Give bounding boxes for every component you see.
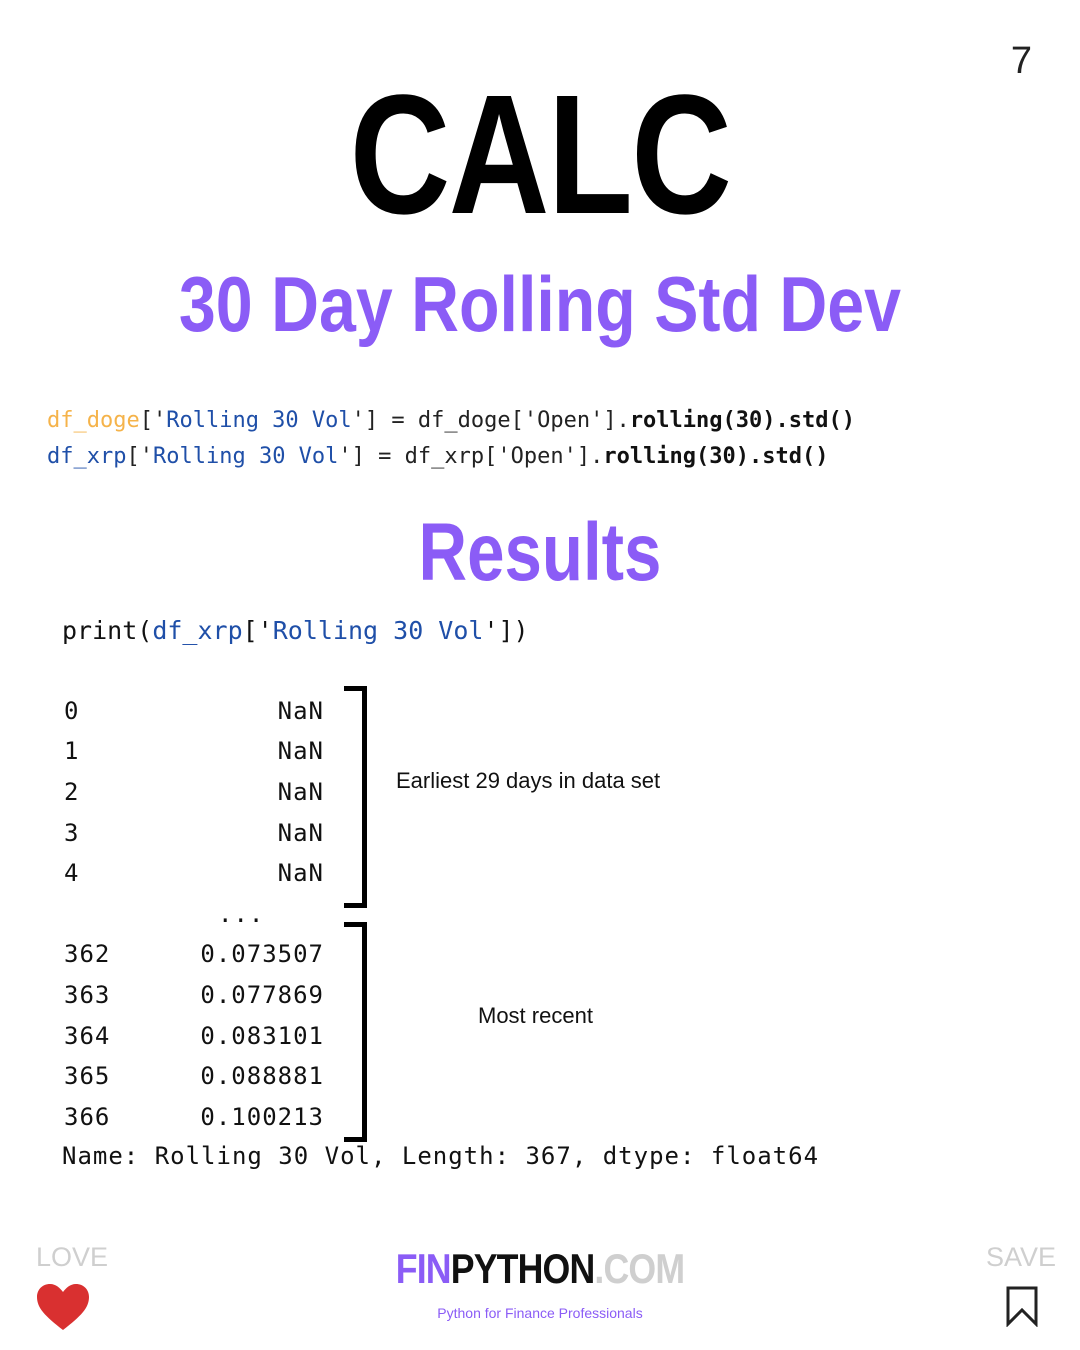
row-index: 1 [64, 737, 80, 765]
print-var: df_xrp [152, 616, 243, 645]
code-line-xrp: df_xrp['Rolling 30 Vol'] = df_xrp['Open'… [47, 446, 829, 468]
code-line-doge: df_doge['Rolling 30 Vol'] = df_doge['Ope… [47, 410, 855, 432]
row-index: 2 [64, 778, 80, 806]
code-method: rolling(30).std() [603, 444, 829, 469]
output-row: 0 NaN [64, 697, 324, 727]
code-punct: [' [139, 408, 167, 433]
row-index: 366 [64, 1103, 111, 1131]
output-row: 362 0.073507 [64, 940, 324, 970]
row-index: 0 [64, 697, 80, 725]
output-row: 366 0.100213 [64, 1103, 324, 1133]
row-value: 0.073507 [200, 940, 324, 968]
print-statement: print(df_xrp['Rolling 30 Vol']) [62, 616, 529, 645]
output-summary: Name: Rolling 30 Vol, Length: 367, dtype… [62, 1142, 820, 1170]
row-value: NaN [277, 697, 324, 725]
page-title: CALC [349, 60, 732, 250]
brand-fin: FIN [395, 1245, 452, 1292]
code-string: Rolling 30 Vol [166, 408, 352, 433]
output-row: 363 0.077869 [64, 981, 324, 1011]
annotation-recent: Most recent [478, 1003, 593, 1028]
print-key: Rolling 30 Vol [272, 616, 484, 645]
row-index: 363 [64, 981, 111, 1009]
row-index: 362 [64, 940, 111, 968]
row-value: NaN [277, 778, 324, 806]
code-string: Rolling 30 Vol [152, 444, 339, 469]
row-index: 4 [64, 859, 80, 887]
bracket-recent [344, 922, 367, 1142]
print-open: [' [242, 616, 273, 645]
results-heading: Results [418, 507, 662, 598]
output-row: 365 0.088881 [64, 1062, 324, 1092]
code-punct: [' [126, 444, 153, 469]
bracket-earliest [344, 686, 367, 908]
row-value: NaN [277, 737, 324, 765]
output-row: 1 NaN [64, 737, 324, 767]
code-punct: '] = df_xrp['Open']. [338, 444, 604, 469]
row-value: NaN [277, 859, 324, 887]
print-close: ']) [483, 616, 529, 645]
code-method: rolling(30).std() [629, 408, 855, 433]
print-prefix: print( [62, 616, 153, 645]
row-value: 0.100213 [200, 1103, 324, 1131]
output-row: 3 NaN [64, 819, 324, 849]
row-value: 0.083101 [200, 1022, 324, 1050]
brand-com: .COM [594, 1245, 685, 1292]
output-row: 364 0.083101 [64, 1022, 324, 1052]
brand-python: PYTHON [450, 1245, 596, 1292]
output-row: 4 NaN [64, 859, 324, 889]
bookmark-icon[interactable] [1005, 1285, 1039, 1327]
row-value: 0.077869 [200, 981, 324, 1009]
output-row: 2 NaN [64, 778, 324, 808]
row-index: 364 [64, 1022, 111, 1050]
row-value: 0.088881 [200, 1062, 324, 1090]
row-value: NaN [277, 819, 324, 847]
code-var: df_doge [47, 408, 140, 433]
code-var: df_xrp [47, 444, 127, 469]
output-ellipsis: ... [218, 900, 265, 928]
page-number: 7 [1010, 40, 1032, 82]
page-subtitle: 30 Day Rolling Std Dev [178, 260, 902, 348]
brand-tagline: Python for Finance Professionals [437, 1305, 643, 1321]
brand-logo: FINPYTHON.COM [81, 1248, 999, 1290]
row-index: 3 [64, 819, 80, 847]
code-punct: '] = df_doge['Open']. [351, 408, 630, 433]
row-index: 365 [64, 1062, 111, 1090]
annotation-earliest: Earliest 29 days in data set [396, 768, 661, 793]
save-label: SAVE [985, 1242, 1056, 1272]
